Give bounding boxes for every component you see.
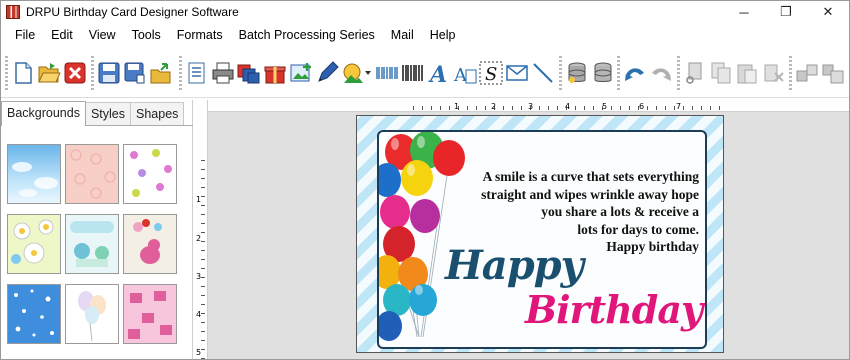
text-icon[interactable]: A	[427, 61, 451, 85]
design-canvas-area: 1 2 3 4 5 6 7 A smile is a curve that se…	[208, 100, 849, 359]
panel-tabs: Backgrounds Styles Shapes	[1, 101, 185, 126]
maximize-button[interactable]: ❐	[765, 1, 807, 23]
background-thumb-butterflies[interactable]	[123, 144, 177, 204]
copy-icon[interactable]	[709, 61, 733, 85]
menu-bar: File Edit View Tools Formats Batch Proce…	[1, 24, 849, 46]
background-thumb-baby[interactable]	[65, 214, 119, 274]
redo-icon[interactable]	[649, 61, 673, 85]
ruler-left-label: 1	[196, 195, 202, 204]
tab-backgrounds[interactable]: Backgrounds	[1, 101, 86, 126]
svg-text:A: A	[428, 62, 447, 85]
ruler-top-label: 6	[639, 102, 645, 111]
mail-icon[interactable]	[505, 61, 529, 85]
ruler-top: 1 2 3 4 5 6 7	[208, 100, 849, 112]
ruler-left: 1 2 3 4 5	[194, 100, 208, 359]
toolbar: A A S	[1, 48, 849, 98]
toolbar-grip[interactable]	[677, 56, 680, 90]
backgrounds-gallery	[1, 125, 193, 359]
tab-styles[interactable]: Styles	[84, 102, 132, 125]
card-panel[interactable]: A smile is a curve that sets everything …	[377, 130, 707, 349]
background-thumb-flowers[interactable]	[7, 214, 61, 274]
card-headline-happy[interactable]: Happy	[445, 242, 584, 289]
birthday-card[interactable]: A smile is a curve that sets everything …	[356, 115, 724, 353]
svg-text:S: S	[485, 64, 497, 85]
close-icon[interactable]	[63, 61, 87, 85]
ruler-top-label: 1	[454, 102, 460, 111]
gift-icon[interactable]	[263, 61, 287, 85]
menu-formats[interactable]: Formats	[169, 24, 231, 46]
open-icon[interactable]	[37, 61, 61, 85]
database-alt-icon[interactable]	[591, 61, 615, 85]
menu-mail[interactable]: Mail	[383, 24, 422, 46]
ruler-top-label: 3	[528, 102, 534, 111]
app-icon	[6, 5, 20, 19]
ruler-left-label: 3	[196, 272, 202, 281]
background-thumb-sky[interactable]	[7, 144, 61, 204]
save-icon[interactable]	[97, 61, 121, 85]
line-icon[interactable]	[531, 61, 555, 85]
paste-icon[interactable]	[735, 61, 759, 85]
export-icon[interactable]	[149, 61, 173, 85]
menu-batch-processing[interactable]: Batch Processing Series	[231, 24, 383, 46]
background-thumb-bird[interactable]	[123, 214, 177, 274]
ruler-left-label: 2	[196, 234, 202, 243]
database-icon[interactable]	[565, 61, 589, 85]
toolbar-grip[interactable]	[5, 56, 8, 90]
card-message-line: straight and wipes wrinkle away hope	[481, 186, 699, 202]
cut-icon[interactable]	[683, 61, 707, 85]
card-message-line: A smile is a curve that sets everything	[482, 169, 699, 184]
picture-icon[interactable]	[341, 61, 371, 85]
signature-icon[interactable]: S	[479, 61, 503, 85]
toolbar-grip[interactable]	[179, 56, 182, 90]
undo-icon[interactable]	[623, 61, 647, 85]
background-thumb-gifts[interactable]	[123, 284, 177, 344]
ruler-top-label: 5	[602, 102, 608, 111]
menu-help[interactable]: Help	[422, 24, 464, 46]
card-headline-birthday[interactable]: Birthday	[525, 287, 703, 332]
text-box-icon[interactable]: A	[453, 61, 477, 85]
toolbar-grip[interactable]	[789, 56, 792, 90]
menu-edit[interactable]: Edit	[43, 24, 81, 46]
title-bar: DRPU Birthday Card Designer Software ─ ❐…	[1, 1, 849, 23]
print-icon[interactable]	[211, 61, 235, 85]
minimize-button[interactable]: ─	[723, 1, 765, 23]
menu-view[interactable]: View	[81, 24, 124, 46]
new-icon[interactable]	[11, 61, 35, 85]
background-thumb-balloons[interactable]	[65, 284, 119, 344]
background-thumb-pink-pattern[interactable]	[65, 144, 119, 204]
save-as-icon[interactable]	[123, 61, 147, 85]
card-message-line: you share a lots & receive a	[541, 204, 699, 219]
app-window: DRPU Birthday Card Designer Software ─ ❐…	[0, 0, 850, 360]
menu-file[interactable]: File	[1, 24, 43, 46]
bring-front-icon[interactable]	[795, 61, 819, 85]
card-message-line: lots for days to come.	[577, 221, 699, 237]
toolbar-grip[interactable]	[91, 56, 94, 90]
delete-icon[interactable]	[761, 61, 785, 85]
ruler-left-label: 5	[196, 348, 202, 357]
print-multiple-icon[interactable]	[237, 61, 261, 85]
menu-tools[interactable]: Tools	[124, 24, 169, 46]
window-title: DRPU Birthday Card Designer Software	[26, 5, 239, 19]
send-back-icon[interactable]	[821, 61, 845, 85]
barcode-icon[interactable]	[401, 61, 425, 85]
properties-icon[interactable]	[185, 61, 209, 85]
ruler-top-label: 4	[565, 102, 571, 111]
tab-shapes[interactable]: Shapes	[130, 102, 185, 125]
toolbar-grip[interactable]	[559, 56, 562, 90]
ruler-top-label: 7	[676, 102, 682, 111]
left-panel: Backgrounds Styles Shapes	[1, 100, 193, 359]
ruler-left-label: 4	[196, 310, 202, 319]
add-image-icon[interactable]	[289, 61, 313, 85]
pen-icon[interactable]	[315, 61, 339, 85]
close-button[interactable]: ✕	[807, 1, 849, 23]
background-thumb-stars[interactable]	[7, 284, 61, 344]
ruler-top-label: 2	[491, 102, 497, 111]
barcode-linear-icon[interactable]	[375, 61, 399, 85]
toolbar-grip[interactable]	[617, 56, 620, 90]
